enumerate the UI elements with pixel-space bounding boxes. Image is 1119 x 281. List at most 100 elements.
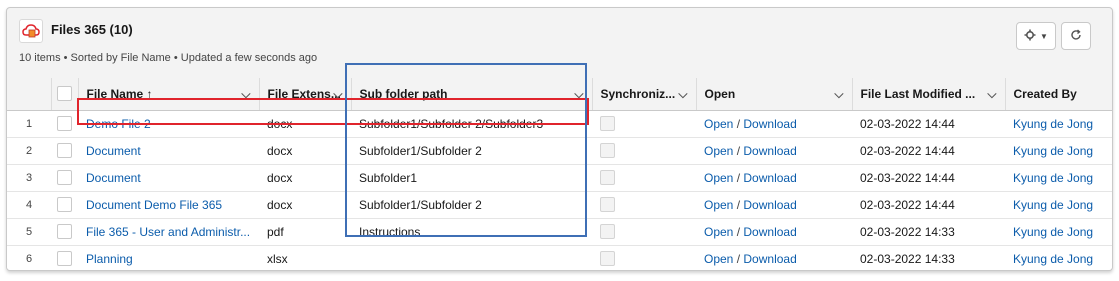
open-link[interactable]: Open bbox=[704, 252, 733, 266]
row-number: 5 bbox=[7, 218, 51, 246]
column-header-file-name[interactable]: File Name ↑ ⌵ bbox=[78, 78, 260, 111]
sync-checkbox bbox=[600, 170, 615, 186]
row-select-cell[interactable] bbox=[51, 164, 78, 192]
row-select-cell[interactable] bbox=[51, 191, 78, 219]
table-row: 5 File 365 - User and Administr... pdf I… bbox=[7, 218, 1112, 246]
open-link[interactable]: Open bbox=[704, 117, 733, 131]
link-separator: / bbox=[736, 251, 741, 266]
open-link[interactable]: Open bbox=[704, 198, 733, 212]
sync-checkbox bbox=[600, 143, 615, 159]
created-by-link[interactable]: Kyung de Jong bbox=[1005, 137, 1112, 165]
chevron-down-icon[interactable]: ⌵ bbox=[834, 87, 843, 102]
files-list-card: Files 365 (10) 10 items • Sorted by File… bbox=[6, 7, 1113, 271]
created-by-link[interactable]: Kyung de Jong bbox=[1005, 218, 1112, 246]
file-name-link[interactable]: Planning bbox=[78, 245, 259, 270]
file-name-link[interactable]: Demo File 2 bbox=[78, 110, 259, 138]
select-all-checkbox[interactable] bbox=[57, 86, 72, 102]
row-checkbox[interactable] bbox=[57, 143, 72, 159]
row-checkbox[interactable] bbox=[57, 170, 72, 186]
row-select-cell[interactable] bbox=[51, 218, 78, 246]
open-link[interactable]: Open bbox=[704, 144, 733, 158]
chevron-down-icon[interactable]: ⌵ bbox=[678, 87, 687, 102]
created-by-link[interactable]: Kyung de Jong bbox=[1005, 110, 1112, 138]
download-link[interactable]: Download bbox=[743, 198, 796, 212]
chevron-down-icon: ▼ bbox=[1040, 31, 1048, 41]
files-table: File Name ↑ ⌵ File Extens... ⌵ Sub folder … bbox=[7, 78, 1112, 270]
created-by-link[interactable]: Kyung de Jong bbox=[1005, 245, 1112, 270]
row-select-cell[interactable] bbox=[51, 137, 78, 165]
column-header-created-by[interactable]: Created By bbox=[1005, 78, 1112, 111]
file-last-modified: 02-03-2022 14:44 bbox=[852, 191, 1005, 219]
sub-folder-path bbox=[351, 245, 592, 270]
chevron-down-icon[interactable]: ⌵ bbox=[241, 87, 250, 102]
sync-cell bbox=[592, 110, 696, 138]
column-header-file-extension[interactable]: File Extens... ⌵ bbox=[259, 78, 352, 111]
download-link[interactable]: Download bbox=[743, 117, 796, 131]
file-last-modified: 02-03-2022 14:44 bbox=[852, 137, 1005, 165]
sync-cell bbox=[592, 191, 696, 219]
open-cell: Open / Download bbox=[696, 110, 852, 138]
sub-folder-path: Instructions bbox=[351, 218, 592, 246]
sub-folder-path: Subfolder1/Subfolder 2 bbox=[351, 191, 592, 219]
column-header-open[interactable]: Open ⌵ bbox=[696, 78, 853, 111]
sync-cell bbox=[592, 218, 696, 246]
table-row: 1 Demo File 2 docx Subfolder1/Subfolder … bbox=[7, 110, 1112, 138]
row-checkbox[interactable] bbox=[57, 116, 72, 132]
download-link[interactable]: Download bbox=[743, 252, 796, 266]
created-by-link[interactable]: Kyung de Jong bbox=[1005, 164, 1112, 192]
gear-icon bbox=[1024, 29, 1036, 44]
chevron-down-icon[interactable]: ⌵ bbox=[574, 87, 583, 102]
download-link[interactable]: Download bbox=[743, 225, 796, 239]
open-cell: Open / Download bbox=[696, 191, 852, 219]
chevron-down-icon[interactable]: ⌵ bbox=[987, 87, 996, 102]
row-number: 2 bbox=[7, 137, 51, 165]
row-number-header bbox=[7, 78, 52, 111]
file-last-modified: 02-03-2022 14:33 bbox=[852, 245, 1005, 270]
file-name-link[interactable]: Document Demo File 365 bbox=[78, 191, 259, 219]
column-header-sub-folder-path[interactable]: Sub folder path ⌵ bbox=[351, 78, 593, 111]
row-number: 3 bbox=[7, 164, 51, 192]
sync-cell bbox=[592, 164, 696, 192]
table-row: 6 Planning xlsx Open / Download 02-03-20… bbox=[7, 245, 1112, 270]
download-link[interactable]: Download bbox=[743, 144, 796, 158]
open-cell: Open / Download bbox=[696, 245, 852, 270]
file-extension: docx bbox=[259, 110, 351, 138]
link-separator: / bbox=[736, 170, 741, 185]
column-header-synchronized[interactable]: Synchroniz... ⌵ bbox=[592, 78, 697, 111]
column-header-file-last-modified[interactable]: File Last Modified ... ⌵ bbox=[852, 78, 1006, 111]
sync-checkbox bbox=[600, 197, 615, 213]
link-separator: / bbox=[736, 197, 741, 212]
row-select-cell[interactable] bbox=[51, 245, 78, 270]
sync-checkbox bbox=[600, 224, 615, 240]
row-checkbox[interactable] bbox=[57, 251, 72, 267]
created-by-link[interactable]: Kyung de Jong bbox=[1005, 191, 1112, 219]
file-last-modified: 02-03-2022 14:44 bbox=[852, 164, 1005, 192]
file-name-link[interactable]: Document bbox=[78, 164, 259, 192]
sub-folder-path: Subfolder1/Subfolder 2/Subfolder3 bbox=[351, 110, 592, 138]
open-link[interactable]: Open bbox=[704, 171, 733, 185]
row-checkbox[interactable] bbox=[57, 197, 72, 213]
file-name-link[interactable]: File 365 - User and Administr... bbox=[78, 218, 259, 246]
list-title: Files 365 (10) bbox=[51, 22, 133, 37]
file-name-link[interactable]: Document bbox=[78, 137, 259, 165]
file-last-modified: 02-03-2022 14:44 bbox=[852, 110, 1005, 138]
row-checkbox[interactable] bbox=[57, 224, 72, 240]
link-separator: / bbox=[736, 143, 741, 158]
chevron-down-icon[interactable]: ⌵ bbox=[333, 87, 342, 102]
table-row: 3 Document docx Subfolder1 Open / Downlo… bbox=[7, 164, 1112, 192]
row-number: 4 bbox=[7, 191, 51, 219]
refresh-button[interactable] bbox=[1061, 22, 1091, 50]
row-select-cell[interactable] bbox=[51, 110, 78, 138]
file-extension: docx bbox=[259, 164, 351, 192]
list-header: Files 365 (10) 10 items • Sorted by File… bbox=[7, 8, 1112, 72]
list-meta: 10 items • Sorted by File Name • Updated… bbox=[19, 52, 318, 64]
sync-checkbox bbox=[600, 251, 615, 267]
download-link[interactable]: Download bbox=[743, 171, 796, 185]
table-header-row: File Name ↑ ⌵ File Extens... ⌵ Sub folder … bbox=[7, 78, 1112, 111]
select-all-header[interactable] bbox=[51, 78, 79, 111]
row-number: 6 bbox=[7, 245, 51, 270]
sync-cell bbox=[592, 137, 696, 165]
list-settings-button[interactable]: ▼ bbox=[1016, 22, 1056, 50]
sync-cell bbox=[592, 245, 696, 270]
open-link[interactable]: Open bbox=[704, 225, 733, 239]
